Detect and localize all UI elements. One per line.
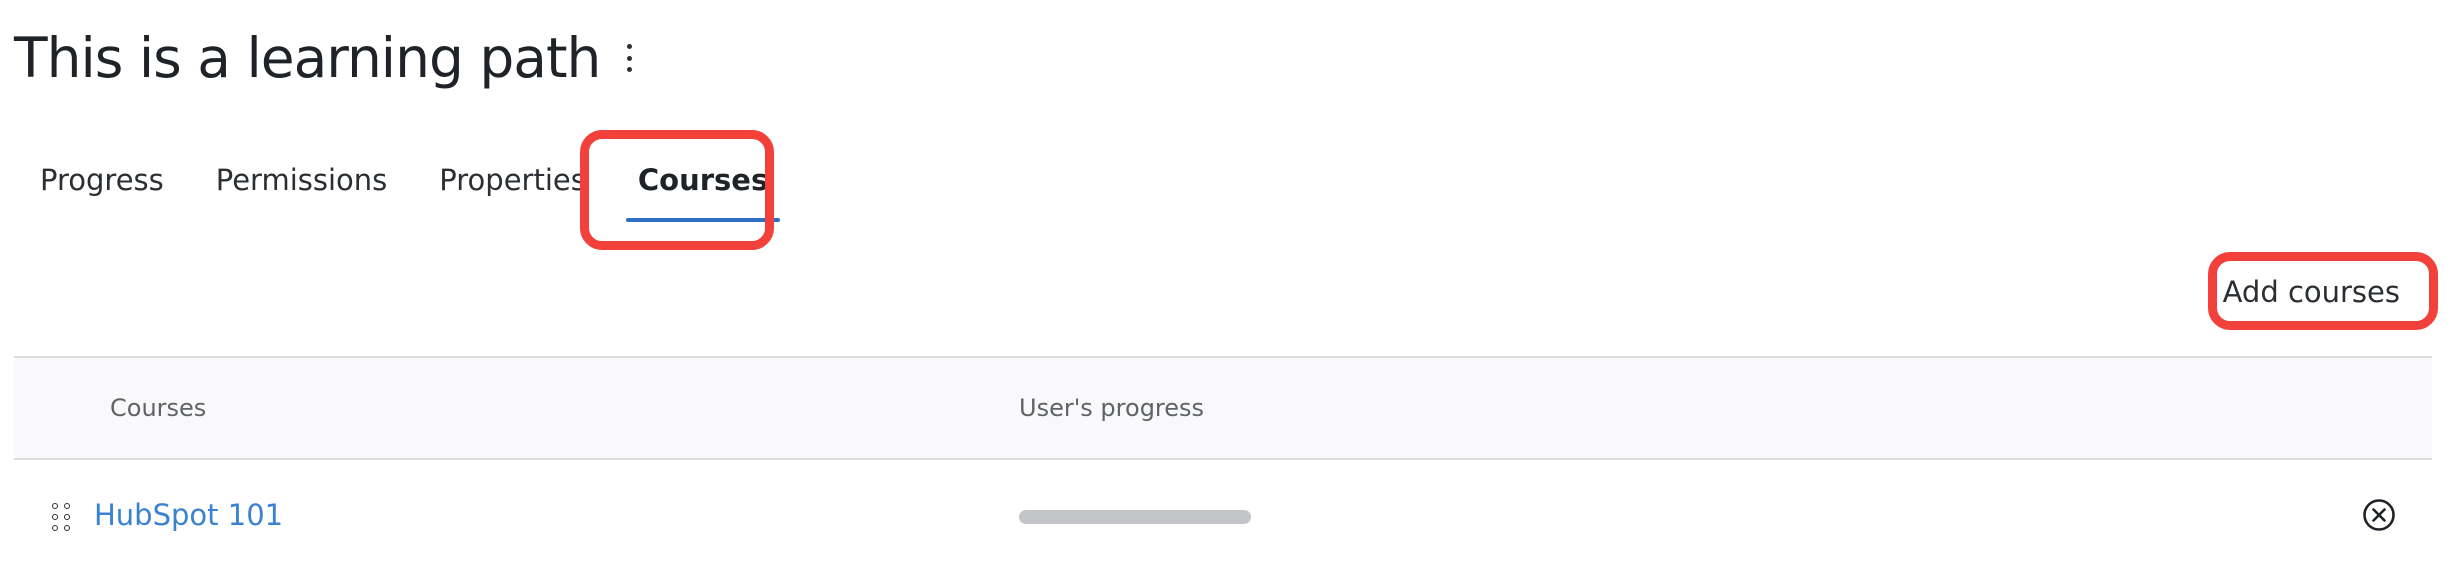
tab-courses-label: Courses — [637, 163, 769, 197]
drag-handle-icon[interactable] — [52, 503, 72, 533]
add-courses-button[interactable]: Add courses — [2200, 262, 2422, 322]
table-row: HubSpot 101 — [14, 460, 2432, 570]
page-title: This is a learning path — [14, 26, 601, 90]
tab-bar: Progress Permissions Properties Courses — [14, 132, 794, 228]
remove-circle-x-icon[interactable] — [2362, 498, 2396, 532]
column-header-progress: User's progress — [1019, 394, 1205, 422]
title-row: This is a learning path — [14, 18, 636, 98]
tab-properties[interactable]: Properties — [413, 132, 612, 228]
learning-path-page: This is a learning path Progress Permiss… — [0, 0, 2452, 576]
course-link[interactable]: HubSpot 101 — [94, 498, 283, 532]
tab-courses[interactable]: Courses — [612, 132, 794, 228]
table-header: Courses User's progress — [14, 356, 2432, 460]
courses-table: Courses User's progress HubSpot 101 — [14, 356, 2432, 570]
active-tab-indicator — [625, 218, 781, 222]
column-header-courses: Courses — [110, 394, 207, 422]
tab-permissions[interactable]: Permissions — [190, 132, 414, 228]
tab-progress[interactable]: Progress — [14, 132, 190, 228]
kebab-menu-icon[interactable] — [622, 44, 636, 72]
progress-bar — [1019, 510, 1251, 524]
